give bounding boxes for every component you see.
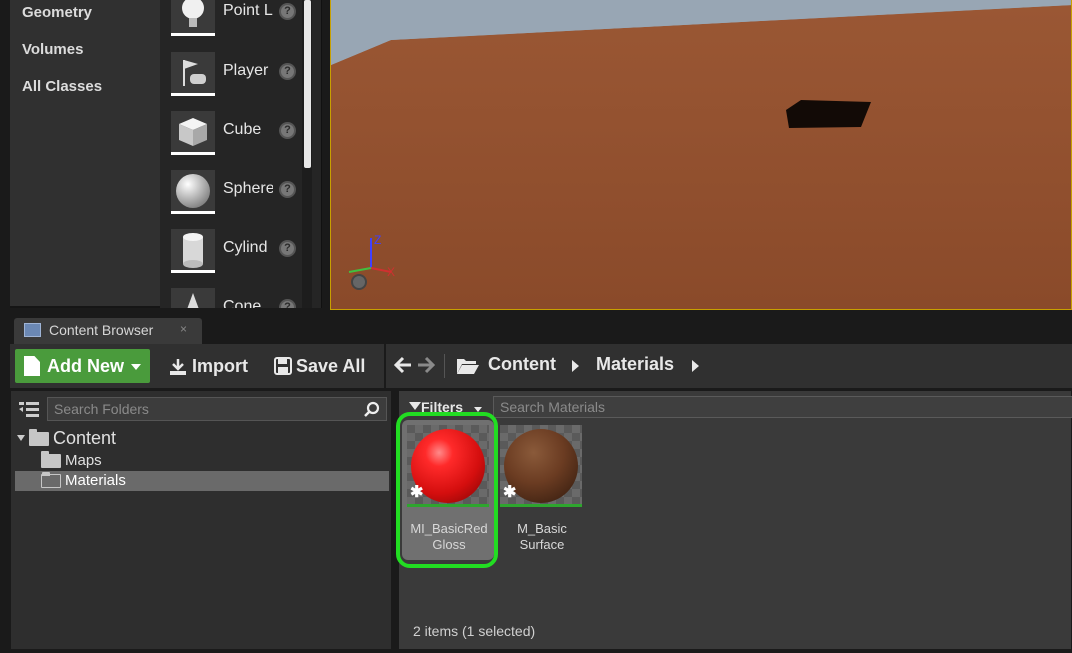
place-mode-categories: Geometry Volumes All Classes [10,0,160,308]
content-browser-toolbar: Add New Import Save All [10,344,384,388]
help-icon[interactable]: ? [279,181,296,198]
tree-item-content[interactable]: Content [15,428,389,449]
toggle-sources-icon[interactable] [19,400,39,418]
breadcrumb-content[interactable]: Content [488,354,556,375]
add-new-button[interactable]: Add New [15,349,150,383]
actor-item-player-start[interactable]: Player ? [168,52,308,102]
tab-label: Content Browser [49,322,154,338]
actor-label: Player [223,62,269,79]
import-button[interactable]: Import [166,351,248,381]
shadow-decal [786,100,871,128]
import-label: Import [192,356,248,376]
chevron-down-icon [131,364,141,370]
cylinder-icon [171,229,215,273]
actor-item-point-light[interactable]: Point L ? [168,0,308,42]
actor-list-scrollbar-thumb[interactable] [304,0,311,168]
save-all-label: Save All [296,356,366,376]
item-count-status: 2 items (1 selected) [413,623,536,639]
place-actor-list: Point L ? Player ? Cube ? Sphere ? Cylin… [160,0,322,308]
actor-label: Cube [223,121,262,138]
help-icon[interactable]: ? [279,122,296,139]
asset-thumbnail: ✱ [500,425,582,507]
folder-search-placeholder: Search Folders [54,401,149,417]
tree-item-maps[interactable]: Maps [15,451,389,471]
forward-arrow-icon[interactable] [417,356,436,380]
cone-icon [171,288,215,308]
divider [444,354,445,378]
content-browser-icon [24,323,41,337]
folder-open-icon [457,359,479,374]
save-icon [274,357,292,375]
actor-label: Point L [223,2,273,19]
actor-label: Sphere [223,180,273,197]
axis-z-label: Z [374,233,381,247]
actor-item-cone[interactable]: Cone ? [168,288,308,308]
axis-gizmo: Z X [348,233,395,290]
lightbulb-icon [171,0,215,36]
help-icon[interactable]: ? [279,240,296,257]
axis-x-label: X [387,265,395,279]
search-icon [364,401,380,417]
help-icon[interactable]: ? [279,3,296,20]
folder-search-input[interactable]: Search Folders [47,397,387,421]
path-bar: Content Materials [386,344,1072,388]
back-arrow-icon[interactable] [393,356,412,380]
tree-item-materials[interactable]: Materials [15,471,389,491]
highlight-annotation-ring [396,412,498,568]
actor-item-sphere[interactable]: Sphere ? [168,170,308,220]
folder-open-icon [29,429,49,446]
player-start-icon [171,52,215,96]
breadcrumb-separator-icon[interactable] [572,360,579,372]
cube-icon [171,111,215,155]
help-icon[interactable]: ? [279,299,296,308]
new-file-icon [24,356,40,376]
add-new-label: Add New [47,356,125,376]
close-icon[interactable]: × [180,322,187,336]
floor-plane [331,0,1071,309]
asset-search-placeholder: Search Materials [500,399,606,415]
category-geometry[interactable]: Geometry [22,4,92,21]
help-icon[interactable]: ? [279,63,296,80]
tree-label: Materials [65,472,126,489]
category-volumes[interactable]: Volumes [22,41,83,58]
breadcrumb-materials[interactable]: Materials [596,354,674,375]
tree-label: Content [53,428,117,448]
import-icon [170,359,186,375]
folder-icon [41,472,61,488]
asset-tile-m-basic-surface[interactable]: ✱ M_Basic Surface [500,425,590,555]
asset-name: M_Basic Surface [517,521,567,552]
sphere-icon [171,170,215,214]
folder-tree-panel: Search Folders Content Maps Materials [10,390,392,650]
category-all-classes[interactable]: All Classes [22,78,102,95]
tab-content-browser[interactable]: Content Browser × [14,318,202,344]
breadcrumb-separator-icon[interactable] [692,360,699,372]
expand-arrow-icon[interactable] [17,435,25,441]
actor-item-cube[interactable]: Cube ? [168,111,308,161]
actor-label: Cylind [223,239,268,256]
asset-search-input[interactable]: Search Materials [493,396,1072,418]
material-asterisk-icon: ✱ [503,484,517,501]
actor-item-cylinder[interactable]: Cylind ? [168,229,308,279]
level-viewport[interactable]: Z X [330,0,1072,310]
folder-icon [41,451,61,468]
tree-label: Maps [65,452,102,469]
save-all-button[interactable]: Save All [272,351,376,381]
actor-label: Cone [223,298,262,308]
filter-icon [409,402,421,410]
